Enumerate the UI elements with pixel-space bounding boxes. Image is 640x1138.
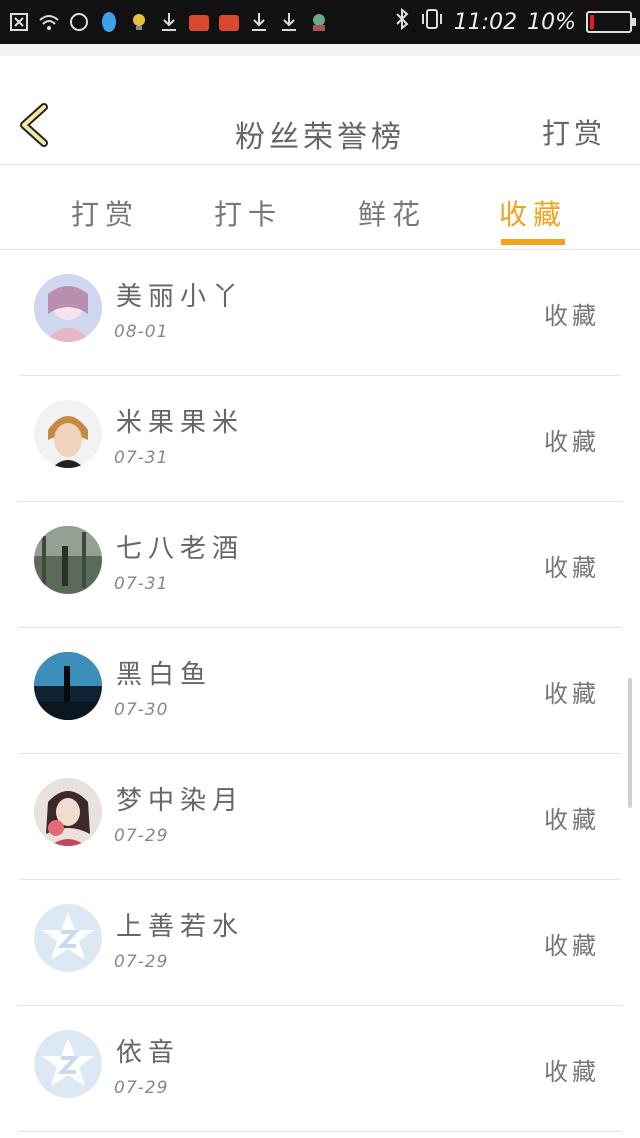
battery-percent: 10% bbox=[527, 9, 576, 35]
qq-icon bbox=[98, 11, 120, 33]
tab-reward[interactable]: 打赏 bbox=[60, 193, 150, 233]
lightbulb-icon bbox=[128, 11, 150, 33]
action-label: 收藏 bbox=[544, 302, 600, 330]
list-item[interactable]: 黑白鱼 07-30 收藏 bbox=[18, 628, 622, 754]
list-item[interactable]: 梦中染月 07-29 收藏 bbox=[18, 754, 622, 880]
status-bar-shadow bbox=[0, 44, 640, 56]
tab-bar: 打赏 打卡 鲜花 收藏 bbox=[0, 165, 640, 250]
avatar[interactable] bbox=[34, 1030, 102, 1098]
action-label: 收藏 bbox=[544, 554, 600, 582]
user-name: 黑白鱼 bbox=[116, 660, 213, 690]
date: 07-29 bbox=[114, 1078, 169, 1098]
wifi-icon bbox=[38, 11, 60, 33]
tab-flowers[interactable]: 鲜花 bbox=[347, 193, 437, 233]
list-item[interactable]: 美丽小丫 08-01 收藏 bbox=[18, 250, 622, 376]
user-name: 依音 bbox=[116, 1038, 181, 1068]
avatar[interactable] bbox=[34, 904, 102, 972]
date: 07-29 bbox=[114, 952, 169, 972]
list-item[interactable]: 米果果米 07-31 收藏 bbox=[18, 376, 622, 502]
date: 08-01 bbox=[114, 322, 169, 342]
user-name: 美丽小丫 bbox=[116, 282, 245, 312]
default-avatar-icon bbox=[34, 1030, 102, 1098]
tab-favorites[interactable]: 收藏 bbox=[488, 193, 578, 233]
user-name: 上善若水 bbox=[116, 912, 245, 942]
avatar[interactable] bbox=[34, 778, 102, 846]
action-label: 收藏 bbox=[544, 1058, 600, 1086]
bluetooth-icon bbox=[394, 7, 410, 36]
download-icon bbox=[278, 11, 300, 33]
vibrate-icon bbox=[420, 8, 444, 36]
default-avatar-icon bbox=[34, 904, 102, 972]
header: 粉丝荣誉榜 打赏 bbox=[0, 56, 640, 165]
status-icons-left bbox=[8, 11, 330, 33]
app-red-icon bbox=[218, 11, 240, 33]
user-name: 梦中染月 bbox=[116, 786, 245, 816]
action-label: 收藏 bbox=[544, 932, 600, 960]
app-red-icon bbox=[188, 11, 210, 33]
avatar[interactable] bbox=[34, 526, 102, 594]
tab-checkin[interactable]: 打卡 bbox=[203, 193, 293, 233]
user-name: 七八老酒 bbox=[116, 534, 245, 564]
date: 07-31 bbox=[114, 448, 169, 468]
active-tab-indicator bbox=[501, 239, 565, 245]
circle-icon bbox=[68, 11, 90, 33]
date: 07-29 bbox=[114, 826, 169, 846]
scrollbar[interactable] bbox=[628, 678, 632, 808]
avatar[interactable] bbox=[34, 274, 102, 342]
date: 07-31 bbox=[114, 574, 169, 594]
list-item[interactable]: 依音 07-29 收藏 bbox=[18, 1006, 622, 1132]
action-label: 收藏 bbox=[544, 680, 600, 708]
date: 07-30 bbox=[114, 700, 169, 720]
user-name: 米果果米 bbox=[116, 408, 245, 438]
status-time: 11:02 bbox=[453, 9, 518, 35]
status-icons-right: 11:02 10% bbox=[394, 7, 636, 36]
action-label: 收藏 bbox=[544, 806, 600, 834]
download-icon bbox=[248, 11, 270, 33]
action-label: 收藏 bbox=[544, 428, 600, 456]
download-icon bbox=[158, 11, 180, 33]
no-sim-icon bbox=[8, 11, 30, 33]
battery-icon bbox=[586, 11, 636, 33]
list-item[interactable]: 上善若水 07-29 收藏 bbox=[18, 880, 622, 1006]
fan-list: 美丽小丫 08-01 收藏 米果果米 07-31 收藏 七八老酒 07-31 收… bbox=[18, 250, 622, 1132]
avatar[interactable] bbox=[34, 400, 102, 468]
status-bar: 11:02 10% bbox=[0, 0, 640, 44]
reward-button[interactable]: 打赏 bbox=[542, 112, 606, 152]
app-character-icon bbox=[308, 11, 330, 33]
avatar[interactable] bbox=[34, 652, 102, 720]
list-item[interactable]: 七八老酒 07-31 收藏 bbox=[18, 502, 622, 628]
